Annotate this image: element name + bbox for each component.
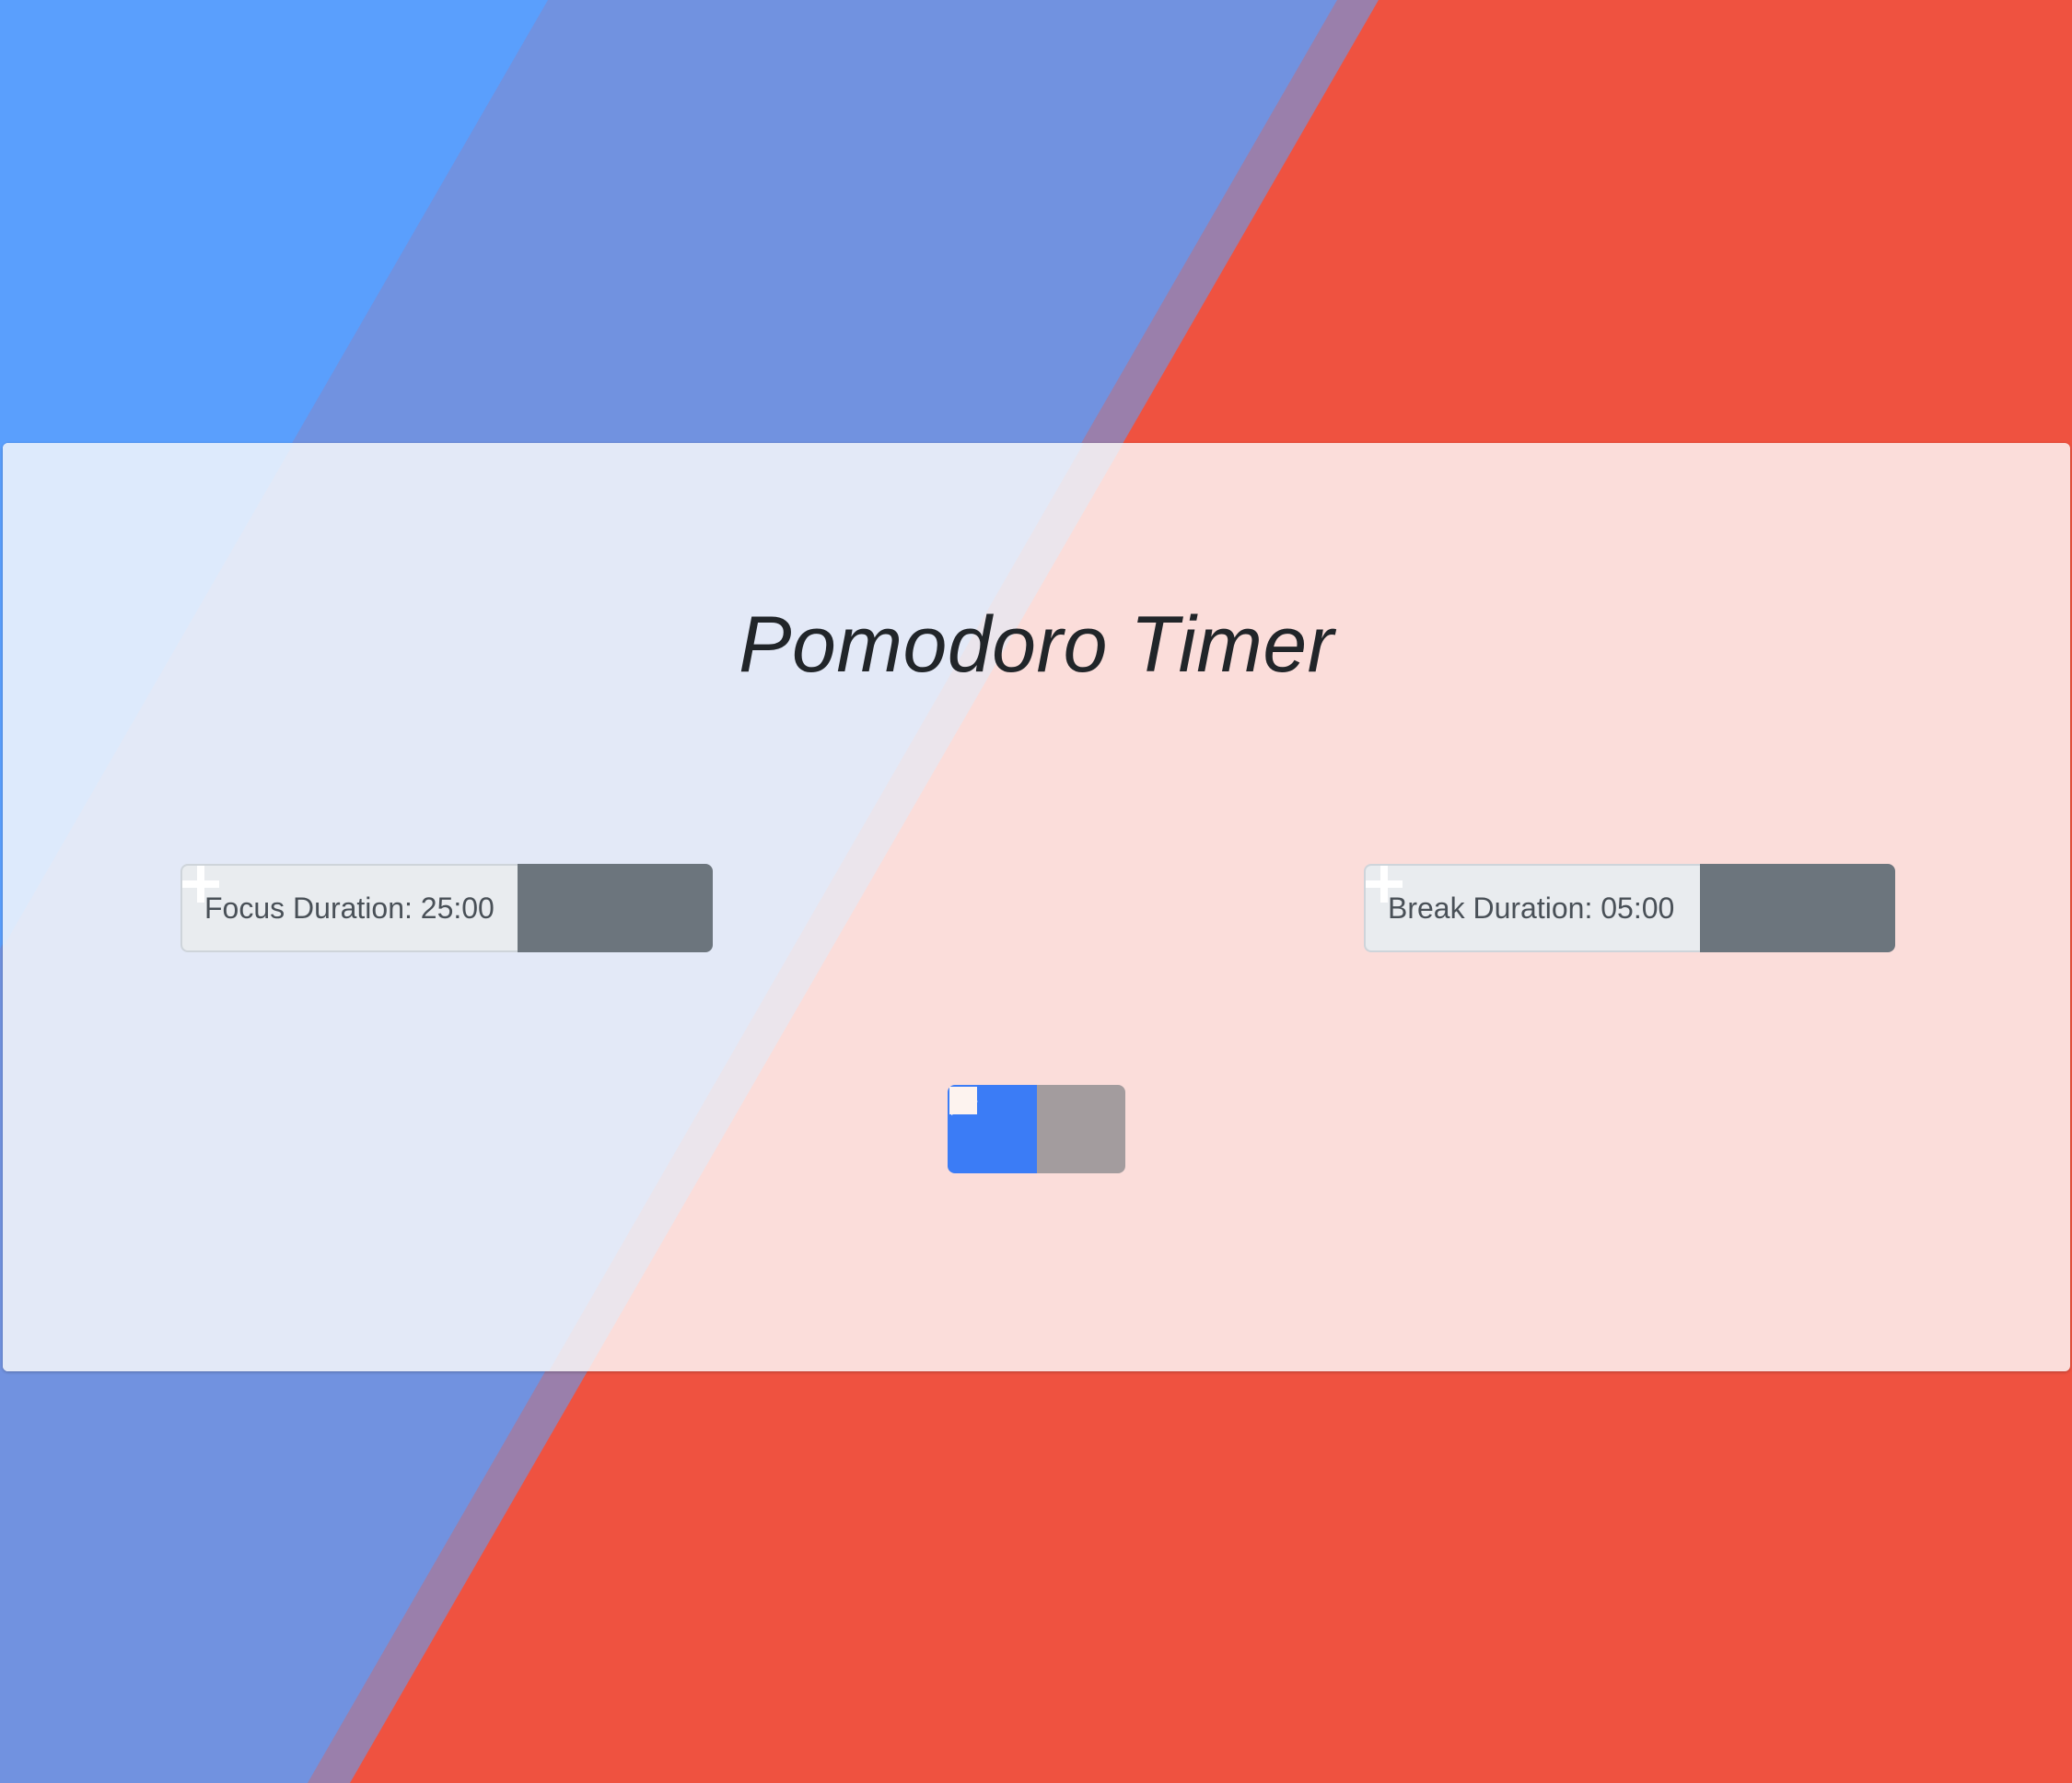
plus-icon bbox=[182, 866, 219, 903]
break-increase-button[interactable] bbox=[1366, 864, 1895, 952]
break-duration-label: Break Duration: 05:00 bbox=[1364, 864, 1700, 952]
focus-increase-button[interactable] bbox=[182, 864, 713, 952]
focus-duration-group: Focus Duration: 25:00 bbox=[180, 864, 713, 952]
focus-duration-label: Focus Duration: 25:00 bbox=[180, 864, 518, 952]
stop-icon bbox=[949, 1087, 977, 1114]
break-duration-group: Break Duration: 05:00 bbox=[1364, 864, 1895, 952]
timer-controls bbox=[948, 1085, 1125, 1173]
timer-card: Pomodoro Timer Focus Duration: 25:00 Bre… bbox=[3, 443, 2070, 1371]
plus-icon bbox=[1366, 866, 1403, 903]
page-title: Pomodoro Timer bbox=[739, 600, 1334, 689]
focus-decrease-button[interactable] bbox=[182, 864, 615, 952]
break-decrease-button[interactable] bbox=[1366, 864, 1798, 952]
stop-button[interactable] bbox=[949, 1085, 1125, 1173]
